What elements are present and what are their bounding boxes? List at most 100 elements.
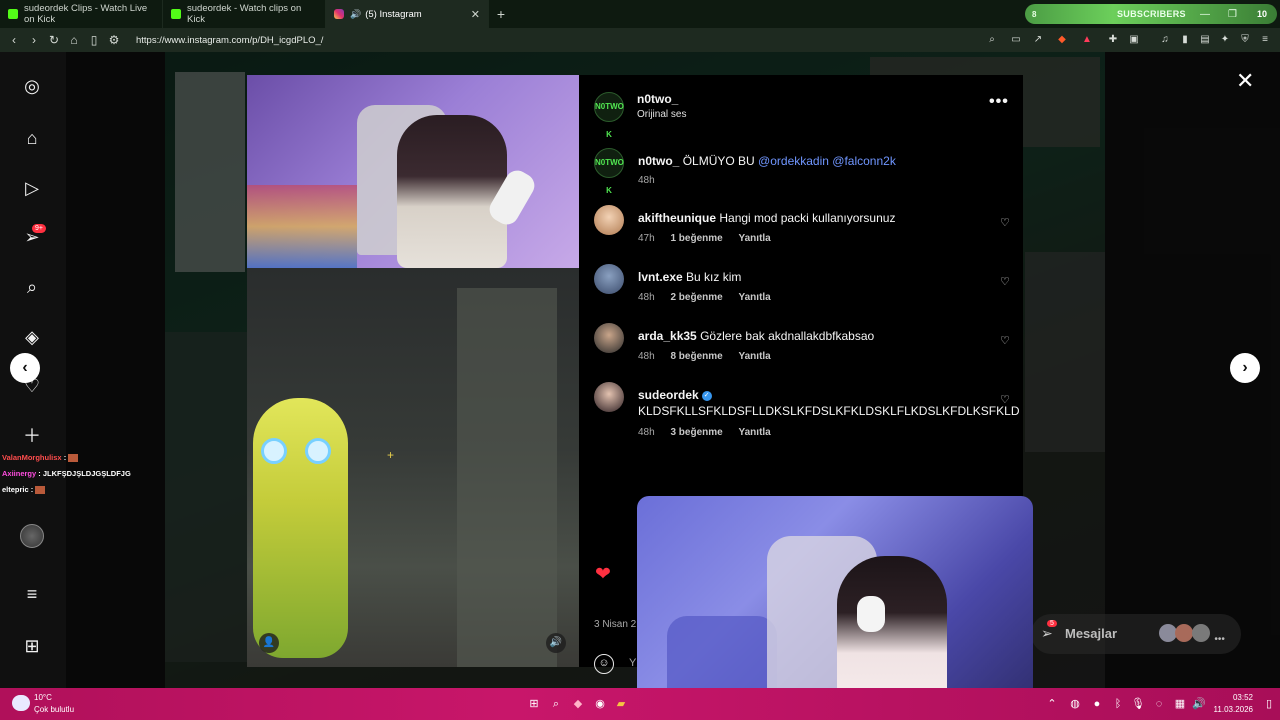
extensions-icon[interactable]: ✚ bbox=[1106, 33, 1120, 47]
taskbar-date[interactable]: 11.03.2026 bbox=[1208, 705, 1253, 714]
messages-send-icon: ➢ bbox=[1041, 625, 1053, 641]
brave-shield-icon[interactable]: ◆ bbox=[1055, 33, 1069, 47]
menu-icon[interactable]: ≡ bbox=[1258, 33, 1272, 47]
comment-likes[interactable]: 8 beğenme bbox=[670, 351, 722, 362]
caption-avatar[interactable]: N0TWO K bbox=[594, 148, 624, 195]
caption-mentions[interactable]: @ordekkadin @falconn2k bbox=[758, 154, 896, 168]
create-icon[interactable]: ＋ bbox=[21, 425, 43, 447]
chat-line: eltepric : bbox=[2, 482, 131, 498]
wallet2-icon[interactable]: ▤ bbox=[1198, 33, 1212, 47]
comment-like-icon[interactable]: ♡ bbox=[1000, 393, 1010, 406]
chat-message: JLKFŞDJŞLDJGŞLDFJG bbox=[42, 469, 131, 478]
wallet-icon[interactable]: ▣ bbox=[1127, 33, 1141, 47]
file-explorer-icon[interactable]: ▰ bbox=[614, 697, 628, 711]
music-icon[interactable]: ♫ bbox=[1158, 33, 1172, 47]
cast-icon[interactable]: ▭ bbox=[1009, 33, 1023, 47]
minimize-icon[interactable]: — bbox=[1200, 9, 1210, 20]
comment-username[interactable]: sudeordek bbox=[638, 388, 699, 402]
search-icon[interactable]: ⌕ bbox=[549, 697, 563, 711]
comment-avatar[interactable] bbox=[594, 382, 624, 412]
original-audio-link[interactable]: Orijinal ses bbox=[637, 109, 686, 120]
speaker-icon[interactable]: 🔊 bbox=[350, 9, 361, 20]
comment-likes[interactable]: 2 beğenme bbox=[670, 292, 722, 303]
forward-icon[interactable]: › bbox=[24, 33, 44, 47]
reply-button[interactable]: Yanıtla bbox=[739, 427, 771, 438]
comment-like-icon[interactable]: ♡ bbox=[1000, 334, 1010, 347]
post-like-icon[interactable]: ❤ bbox=[595, 563, 611, 586]
browser-tab-kick-clips[interactable]: sudeordek Clips - Watch Live on Kick bbox=[0, 0, 163, 28]
reply-button[interactable]: Yanıtla bbox=[739, 351, 771, 362]
also-from-meta-icon[interactable]: ⊞ bbox=[21, 635, 43, 657]
comment-avatar[interactable] bbox=[594, 323, 624, 353]
caption-username[interactable]: n0two_ bbox=[638, 154, 679, 168]
chat-username: Axiinergy bbox=[2, 469, 37, 478]
comment-username[interactable]: arda_kk35 bbox=[638, 329, 697, 343]
network-icon[interactable]: ▦ bbox=[1173, 697, 1187, 711]
more-menu-icon[interactable]: ≡ bbox=[21, 583, 43, 605]
vpn-icon[interactable]: ⛨ bbox=[1238, 33, 1252, 47]
home-icon[interactable]: ⌂ bbox=[21, 127, 43, 149]
leo-ai-icon[interactable]: ✦ bbox=[1218, 33, 1232, 47]
home-icon[interactable]: ⌂ bbox=[64, 33, 84, 47]
weather-temperature[interactable]: 10°C bbox=[34, 693, 52, 702]
user-tag-icon[interactable]: 👤 bbox=[259, 633, 279, 653]
messages-drawer-button[interactable]: ➢ 5 Mesajlar ••• bbox=[1031, 614, 1241, 654]
reels-icon[interactable]: ▷ bbox=[21, 177, 43, 199]
comment-like-icon[interactable]: ♡ bbox=[1000, 275, 1010, 288]
url-field[interactable]: https://www.instagram.com/p/DH_icgdPLO_/ bbox=[136, 35, 323, 46]
new-tab-button[interactable]: + bbox=[489, 6, 513, 22]
browser-tab-instagram[interactable]: 🔊 (5) Instagram ✕ bbox=[326, 0, 489, 28]
close-modal-icon[interactable]: ✕ bbox=[1236, 68, 1254, 94]
restore-icon[interactable]: ❐ bbox=[1228, 9, 1237, 20]
post-media-video[interactable]: + 👤 🔊 bbox=[247, 75, 579, 667]
reply-button[interactable]: Yanıtla bbox=[739, 292, 771, 303]
comment-like-icon[interactable]: ♡ bbox=[1000, 216, 1010, 229]
weather-description[interactable]: Çok bulutlu bbox=[34, 705, 74, 714]
taskbar-time[interactable]: 03:52 bbox=[1213, 693, 1253, 702]
comment-username[interactable]: lvnt.exe bbox=[638, 270, 683, 284]
comment-input[interactable]: Y bbox=[629, 657, 636, 669]
microphone-icon[interactable]: 🎙 bbox=[1131, 697, 1145, 711]
share-icon[interactable]: ↗ bbox=[1031, 33, 1045, 47]
profile-avatar[interactable] bbox=[20, 524, 44, 548]
close-tab-icon[interactable]: ✕ bbox=[471, 8, 480, 21]
tray-app-icon[interactable]: ◌ bbox=[1152, 697, 1166, 711]
verified-badge-icon: ✓ bbox=[701, 390, 712, 401]
rewards-icon[interactable]: ▲ bbox=[1080, 33, 1094, 47]
browser-tab-kick-watch[interactable]: sudeordek - Watch clips on Kick bbox=[163, 0, 326, 28]
next-post-button[interactable]: › bbox=[1230, 353, 1260, 383]
comment-likes[interactable]: 3 beğenme bbox=[670, 427, 722, 438]
taskbar-app-icon[interactable]: ◉ bbox=[593, 697, 607, 711]
comment-body: Hangi mod packi kullanıyorsunuz bbox=[719, 211, 896, 225]
tray-chevron-icon[interactable]: ⌃ bbox=[1045, 697, 1059, 711]
tray-app-icon[interactable]: ◍ bbox=[1068, 697, 1082, 711]
instagram-logo-icon[interactable]: ◎ bbox=[21, 75, 43, 97]
previous-post-button[interactable]: ‹ bbox=[10, 353, 40, 383]
more-options-icon[interactable]: ••• bbox=[989, 93, 1009, 111]
comment-avatar[interactable] bbox=[594, 264, 624, 294]
explore-icon[interactable]: ◈ bbox=[21, 326, 43, 348]
site-info-icon[interactable]: ⚙ bbox=[104, 33, 124, 47]
sidebar-toggle-icon[interactable]: ▮ bbox=[1178, 33, 1192, 47]
search-icon[interactable]: ⌕ bbox=[21, 276, 43, 298]
taskbar-app-icon[interactable]: ◆ bbox=[571, 697, 585, 711]
weather-cloud-icon[interactable] bbox=[12, 695, 30, 711]
author-username[interactable]: n0two_ bbox=[637, 92, 678, 106]
kick-icon bbox=[171, 9, 181, 19]
volume-icon[interactable]: 🔊 bbox=[1192, 697, 1206, 711]
reload-icon[interactable]: ↻ bbox=[44, 33, 64, 47]
bookmark-icon[interactable]: ▯ bbox=[84, 33, 104, 47]
reply-button[interactable]: Yanıtla bbox=[739, 233, 771, 244]
bluetooth-icon[interactable]: ᛒ bbox=[1111, 697, 1125, 711]
comment-likes[interactable]: 1 beğenme bbox=[670, 233, 722, 244]
author-avatar[interactable]: N0TWO K bbox=[594, 92, 624, 139]
tray-app-icon[interactable]: ● bbox=[1090, 697, 1104, 711]
emoji-picker-icon[interactable]: ☺ bbox=[594, 654, 614, 674]
zoom-icon[interactable]: ⌕ bbox=[985, 33, 999, 47]
back-icon[interactable]: ‹ bbox=[4, 33, 24, 47]
comment-username[interactable]: akiftheunique bbox=[638, 211, 716, 225]
audio-toggle-icon[interactable]: 🔊 bbox=[546, 633, 566, 653]
comment-avatar[interactable] bbox=[594, 205, 624, 235]
notification-center-icon[interactable]: ▯ bbox=[1262, 697, 1276, 711]
start-icon[interactable]: ⊞ bbox=[527, 697, 541, 711]
